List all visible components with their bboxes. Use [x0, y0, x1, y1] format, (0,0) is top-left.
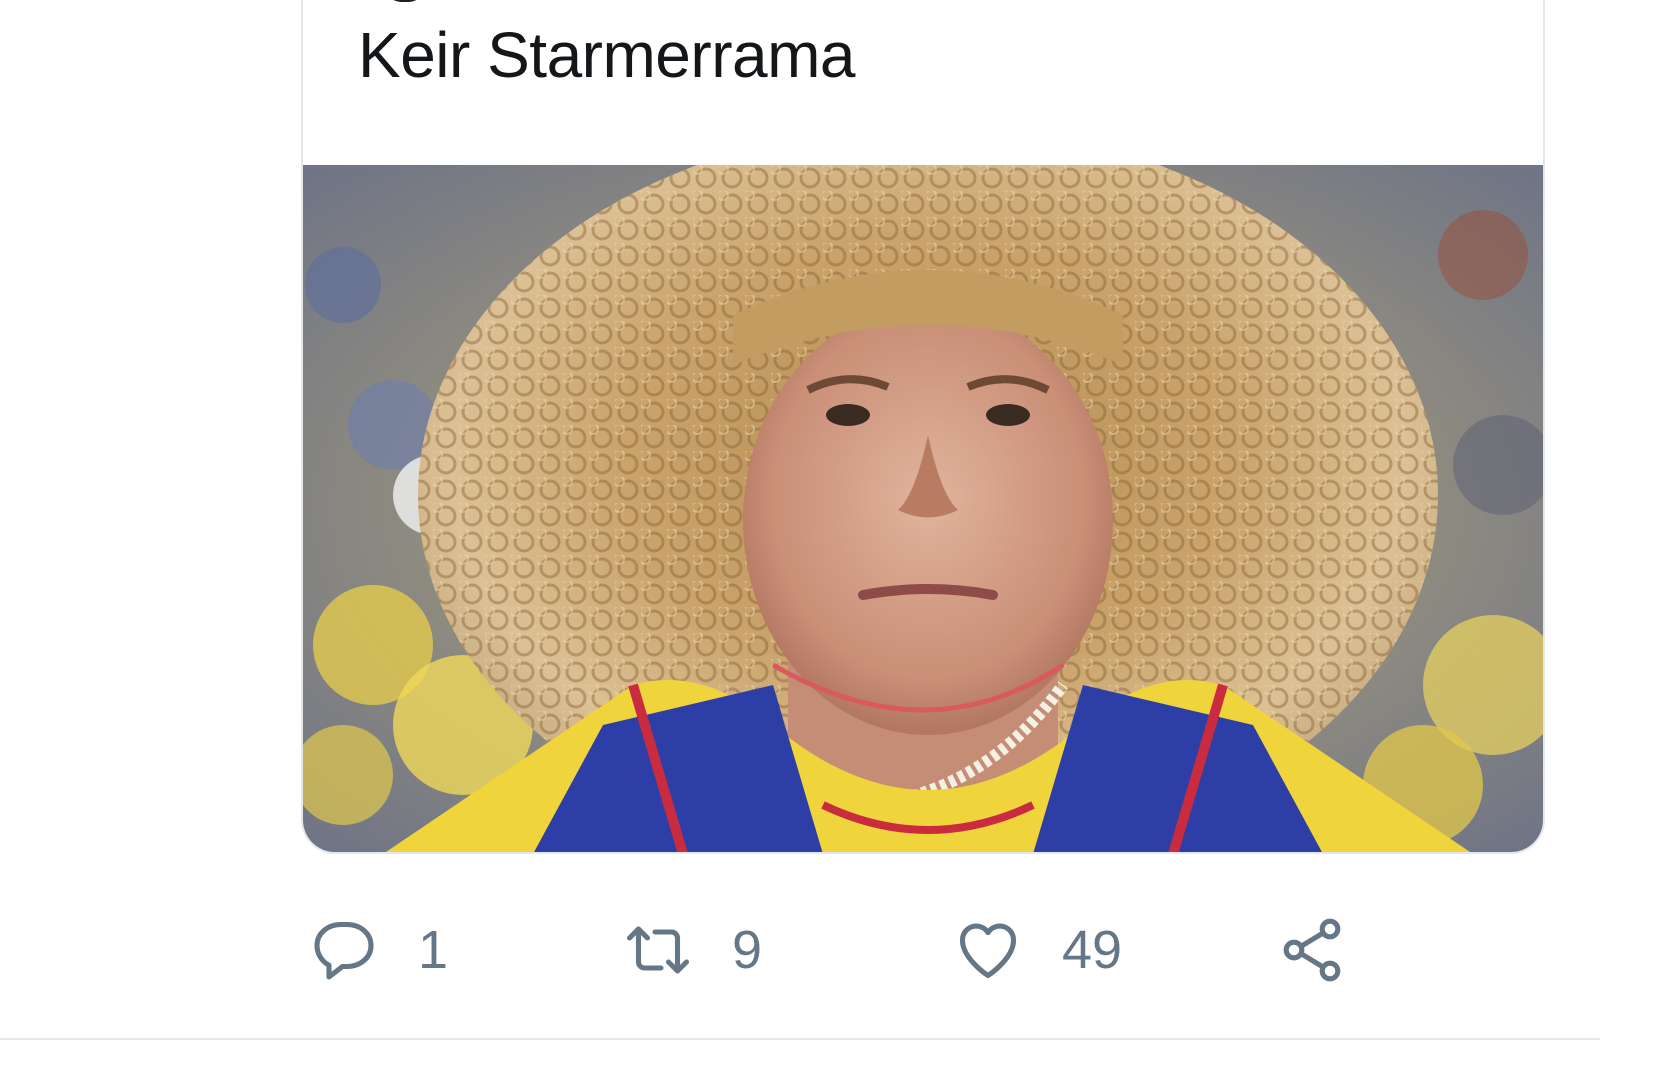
reply-count: 1	[418, 920, 449, 980]
photo-image	[303, 165, 1543, 852]
reply-icon	[308, 914, 380, 986]
quoted-tweet-avatar	[387, 0, 423, 2]
tweet-divider	[0, 1038, 1600, 1040]
reply-button[interactable]: 1	[308, 900, 448, 1000]
tweet-view: Keir Starmerrama 1 9 49	[0, 0, 1678, 1080]
retweet-button[interactable]: 9	[622, 900, 762, 1000]
quoted-tweet-text: Keir Starmerrama	[358, 19, 856, 91]
quoted-tweet-card[interactable]: Keir Starmerrama	[301, 0, 1545, 854]
share-button[interactable]	[1276, 900, 1348, 1000]
retweet-count: 9	[732, 920, 763, 980]
like-button[interactable]: 49	[952, 900, 1122, 1000]
share-icon	[1276, 914, 1348, 986]
quoted-tweet-photo[interactable]	[303, 165, 1543, 852]
like-count: 49	[1062, 920, 1123, 980]
retweet-icon	[622, 914, 694, 986]
tweet-action-bar: 1 9 49	[0, 900, 1678, 1000]
heart-icon	[952, 914, 1024, 986]
